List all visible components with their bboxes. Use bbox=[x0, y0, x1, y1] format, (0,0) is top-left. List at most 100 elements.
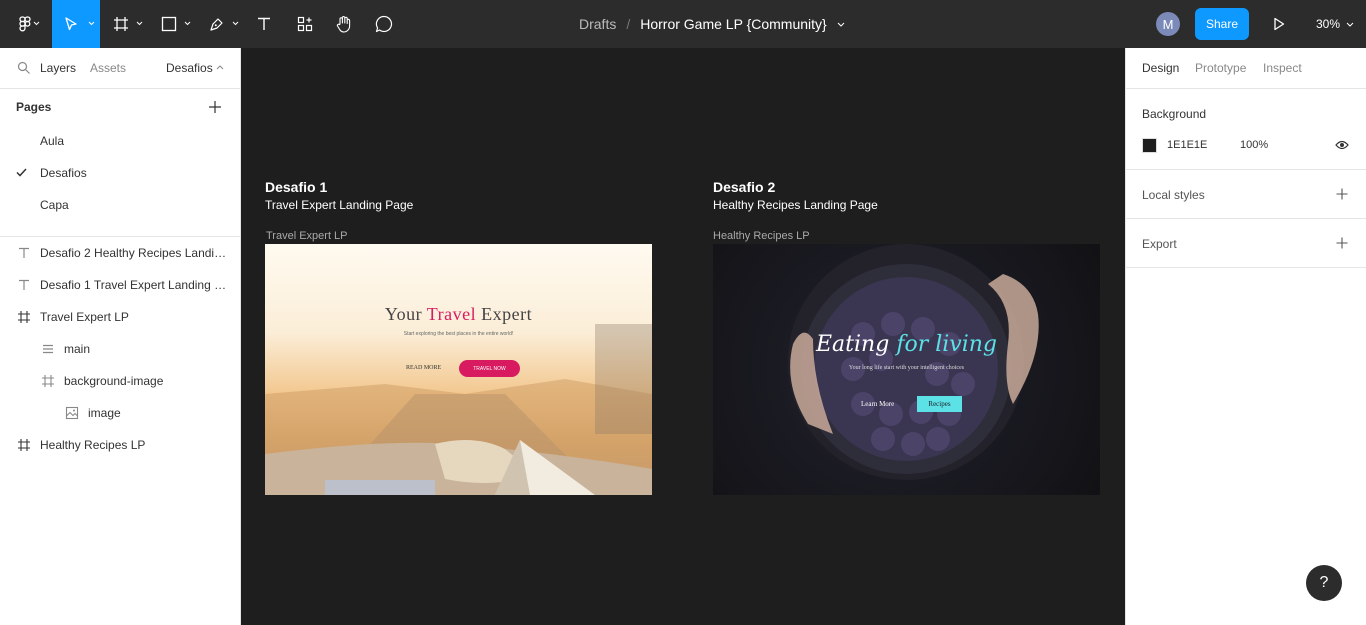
layer-label: Desafio 1 Travel Expert Landing Page bbox=[40, 278, 232, 292]
frame-tool-button[interactable] bbox=[106, 0, 148, 48]
canvas[interactable]: Desafio 1 Travel Expert Landing Page Tra… bbox=[241, 48, 1125, 625]
page-item-capa[interactable]: Capa bbox=[40, 198, 69, 212]
avatar[interactable]: M bbox=[1156, 12, 1180, 36]
zoom-control[interactable]: 30% bbox=[1316, 0, 1354, 48]
layer-row[interactable]: main bbox=[0, 333, 240, 365]
tab-inspect[interactable]: Inspect bbox=[1263, 61, 1302, 75]
travel-now-button[interactable]: TRAVEL NOW bbox=[459, 360, 520, 377]
document-title[interactable]: Drafts / Horror Game LP {Community} bbox=[579, 0, 845, 48]
layer-row[interactable]: image bbox=[0, 397, 240, 429]
travel-hero-tagline: Start exploring the best places in the e… bbox=[403, 331, 514, 337]
challenge-1-title[interactable]: Desafio 1 bbox=[265, 179, 327, 195]
page-item-desafios[interactable]: Desafios bbox=[40, 166, 87, 180]
layer-row[interactable]: Desafio 2 Healthy Recipes Landing Page bbox=[0, 237, 240, 269]
layer-label: main bbox=[64, 342, 91, 356]
check-icon bbox=[16, 168, 27, 177]
layer-label: image bbox=[88, 406, 121, 420]
layer-row[interactable]: Healthy Recipes LP bbox=[0, 429, 240, 461]
background-heading: Background bbox=[1142, 107, 1207, 121]
add-export-icon[interactable] bbox=[1336, 237, 1348, 249]
travel-heading-part: Expert bbox=[476, 304, 533, 324]
components-icon bbox=[297, 16, 313, 32]
right-panel-tabs: Design Prototype Inspect bbox=[1126, 48, 1366, 89]
move-tool-button[interactable] bbox=[52, 0, 100, 48]
background-hex-input[interactable]: 1E1E1E bbox=[1167, 139, 1207, 151]
background-color-swatch[interactable] bbox=[1142, 138, 1157, 153]
frame-label-recipes[interactable]: Healthy Recipes LP bbox=[713, 230, 810, 242]
hand-icon bbox=[336, 16, 351, 33]
right-panel: Design Prototype Inspect Background 1E1E… bbox=[1125, 48, 1366, 625]
eye-icon[interactable] bbox=[1335, 140, 1349, 150]
file-name[interactable]: Horror Game LP {Community} bbox=[640, 16, 826, 32]
zoom-level: 30% bbox=[1316, 17, 1341, 31]
layer-row[interactable]: Desafio 1 Travel Expert Landing Page bbox=[0, 269, 240, 301]
pen-icon bbox=[210, 18, 223, 31]
shape-tool-button[interactable] bbox=[154, 0, 196, 48]
chevron-up-icon[interactable] bbox=[216, 65, 224, 70]
breadcrumb-drafts[interactable]: Drafts bbox=[579, 16, 616, 32]
cursor-icon bbox=[65, 17, 77, 31]
read-more-link[interactable]: READ MORE bbox=[406, 365, 441, 371]
text-icon bbox=[258, 17, 270, 30]
toolbar: Drafts / Horror Game LP {Community} M Sh… bbox=[0, 0, 1366, 48]
layer-label: Healthy Recipes LP bbox=[40, 438, 146, 452]
search-icon[interactable] bbox=[17, 61, 31, 75]
challenge-2-subtitle[interactable]: Healthy Recipes Landing Page bbox=[713, 198, 878, 212]
chevron-down-icon bbox=[88, 21, 95, 26]
chevron-down-icon bbox=[33, 21, 40, 26]
current-page-selector[interactable]: Desafios bbox=[166, 61, 213, 75]
chevron-down-icon bbox=[232, 21, 239, 26]
recipes-button[interactable]: Recipes bbox=[917, 396, 962, 412]
layer-label: Travel Expert LP bbox=[40, 310, 129, 324]
left-panel: Layers Assets Desafios Pages Aula Desafi… bbox=[0, 48, 241, 625]
frame-icon bbox=[18, 439, 30, 451]
tab-assets[interactable]: Assets bbox=[90, 61, 126, 75]
recipes-heading-accent: for living bbox=[896, 332, 997, 357]
pen-tool-button[interactable] bbox=[202, 0, 244, 48]
add-page-icon[interactable] bbox=[208, 100, 222, 114]
chevron-down-icon[interactable] bbox=[837, 22, 845, 27]
local-styles-section: Local styles bbox=[1126, 170, 1366, 219]
page-item-aula[interactable]: Aula bbox=[40, 134, 64, 148]
comment-icon bbox=[375, 15, 393, 33]
recipes-hero-heading: Eating for living bbox=[713, 332, 1100, 357]
tab-layers[interactable]: Layers bbox=[40, 61, 76, 75]
layer-label: Desafio 2 Healthy Recipes Landing Page bbox=[40, 246, 232, 260]
frame-icon bbox=[114, 17, 128, 31]
local-styles-heading: Local styles bbox=[1142, 188, 1205, 202]
chevron-down-icon bbox=[184, 21, 191, 26]
healthy-recipes-frame[interactable]: Eating for living Your long life start w… bbox=[713, 244, 1100, 495]
background-section: Background 1E1E1E 100% bbox=[1126, 89, 1366, 170]
help-button[interactable]: ? bbox=[1306, 565, 1342, 601]
hand-tool-button[interactable] bbox=[330, 0, 358, 48]
tab-prototype[interactable]: Prototype bbox=[1195, 61, 1246, 75]
add-style-icon[interactable] bbox=[1336, 188, 1348, 200]
share-button[interactable]: Share bbox=[1195, 8, 1249, 40]
chevron-down-icon bbox=[136, 21, 143, 26]
text-tool-button[interactable] bbox=[250, 0, 278, 48]
resources-button[interactable] bbox=[290, 0, 320, 48]
left-panel-tabs: Layers Assets Desafios bbox=[0, 48, 240, 89]
layer-row[interactable]: background-image bbox=[0, 365, 240, 397]
main-menu-button[interactable] bbox=[0, 0, 52, 48]
travel-heading-accent: Travel bbox=[426, 304, 477, 324]
frame-icon bbox=[42, 375, 54, 387]
pages-heading: Pages bbox=[16, 100, 52, 114]
tab-design[interactable]: Design bbox=[1142, 61, 1179, 75]
export-heading: Export bbox=[1142, 237, 1177, 251]
comment-tool-button[interactable] bbox=[370, 0, 398, 48]
frame-label-travel[interactable]: Travel Expert LP bbox=[266, 230, 348, 242]
frame-icon bbox=[18, 311, 30, 323]
present-button[interactable] bbox=[1266, 0, 1292, 48]
text-icon bbox=[19, 279, 29, 290]
chevron-down-icon bbox=[1346, 22, 1354, 27]
learn-more-link[interactable]: Learn More bbox=[861, 400, 894, 408]
text-icon bbox=[19, 247, 29, 258]
travel-expert-frame[interactable]: Your Travel Expert Start exploring the b… bbox=[265, 244, 652, 495]
challenge-2-title[interactable]: Desafio 2 bbox=[713, 179, 775, 195]
recipes-heading-part: Eating bbox=[816, 332, 897, 357]
background-opacity-input[interactable]: 100% bbox=[1240, 139, 1268, 151]
layer-row[interactable]: Travel Expert LP bbox=[0, 301, 240, 333]
figma-logo-icon bbox=[19, 16, 31, 32]
challenge-1-subtitle[interactable]: Travel Expert Landing Page bbox=[265, 198, 413, 212]
